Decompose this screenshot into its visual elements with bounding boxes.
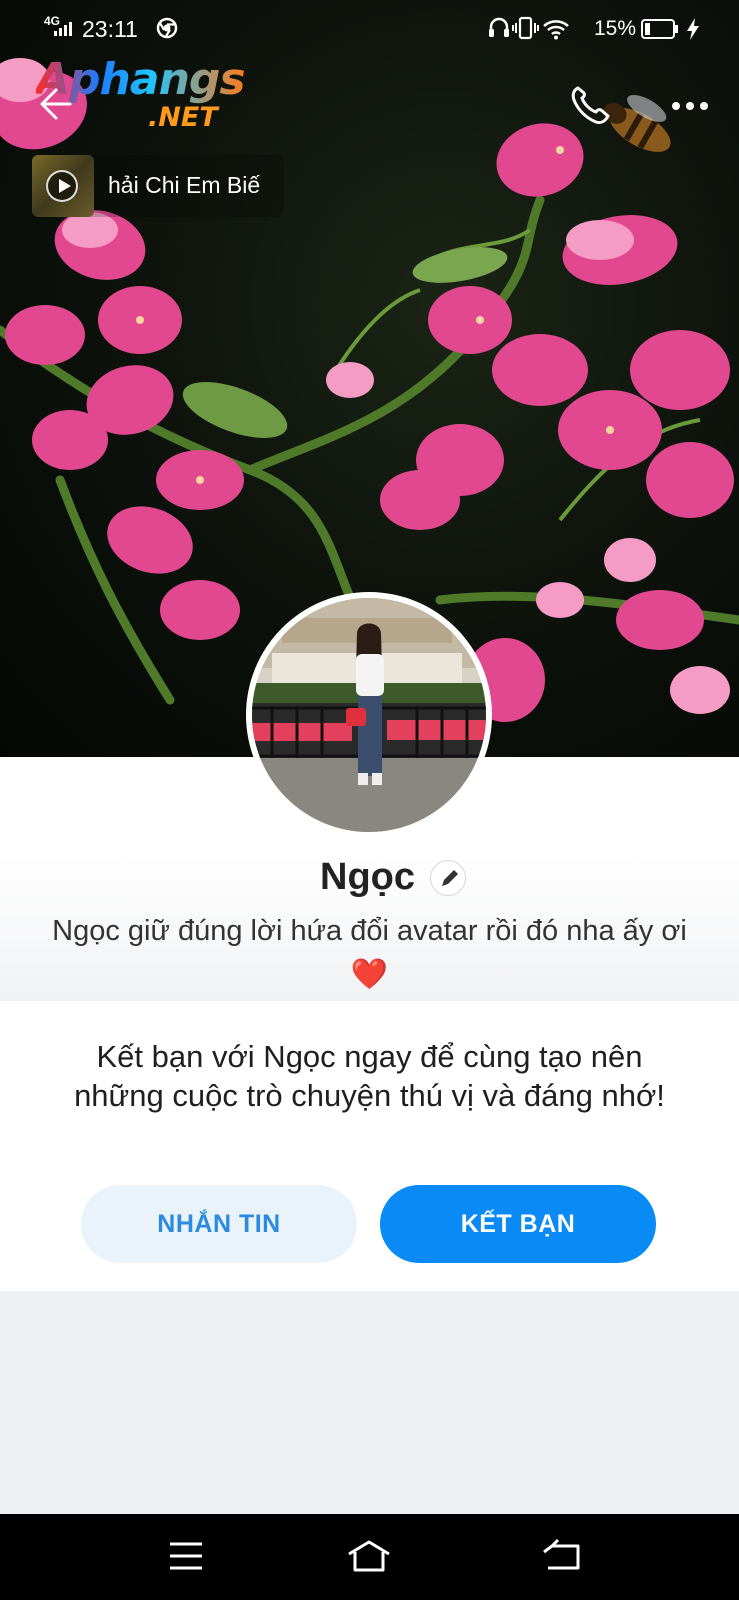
back-arrow-icon[interactable]	[34, 84, 74, 124]
charging-icon	[687, 18, 699, 40]
status-icons	[489, 16, 569, 40]
home-icon[interactable]	[345, 1536, 393, 1576]
battery-icon	[641, 19, 678, 39]
headphones-icon	[489, 17, 509, 37]
status-bar: 4G 23:11 15%	[0, 0, 739, 56]
menu-icon[interactable]	[162, 1536, 210, 1576]
add-friend-prompt: Kết bạn với Ngọc ngay để cùng tạo nên nh…	[74, 1039, 665, 1113]
system-nav-bar	[0, 1514, 739, 1600]
more-icon[interactable]	[670, 94, 710, 118]
add-friend-button[interactable]: KẾT BẠN	[380, 1185, 656, 1263]
heart-emoji: ❤️	[350, 958, 389, 991]
profile-bio: Ngọc giữ đúng lời hứa đổi avatar rồi đó …	[20, 910, 719, 996]
message-button[interactable]: NHẮN TIN	[81, 1185, 357, 1263]
chrome-icon	[156, 17, 178, 39]
phone-icon[interactable]	[568, 82, 612, 126]
play-icon[interactable]	[46, 170, 78, 202]
music-title: hải Chi Em Biế	[108, 172, 261, 198]
pencil-icon	[442, 870, 458, 886]
back-icon[interactable]	[538, 1536, 586, 1576]
avatar-photo	[252, 598, 486, 832]
add-friend-card: Kết bạn với Ngọc ngay để cùng tạo nên nh…	[0, 1001, 739, 1291]
signal-icon	[54, 22, 72, 36]
wifi-icon	[543, 20, 569, 40]
battery-percent: 15%	[594, 17, 637, 40]
profile-music-player[interactable]: hải Chi Em Biế	[32, 155, 284, 217]
music-thumbnail	[32, 155, 94, 217]
profile-name: Ngọc	[320, 856, 415, 898]
edit-name-button[interactable]	[430, 860, 466, 896]
avatar[interactable]	[246, 592, 492, 838]
vibrate-icon	[512, 16, 539, 40]
clock: 23:11	[82, 16, 138, 42]
